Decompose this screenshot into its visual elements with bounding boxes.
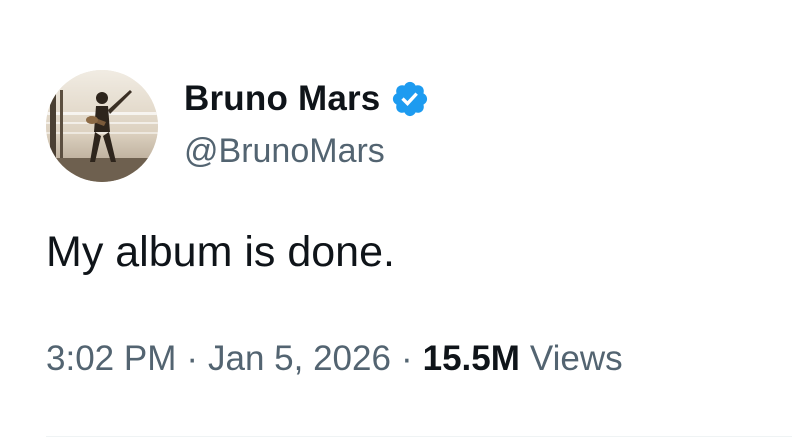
verified-badge-icon[interactable] — [390, 79, 430, 119]
meta-separator: · — [186, 339, 199, 378]
meta-separator: · — [400, 339, 413, 378]
avatar[interactable] — [46, 70, 158, 182]
tweet-time[interactable]: 3:02 PM — [46, 339, 176, 379]
tweet-text: My album is done. — [46, 228, 395, 276]
views-label: Views — [529, 339, 623, 378]
views-count: 15.5M — [422, 339, 520, 378]
tweet-card: Bruno Mars @BrunoMars My album is done. … — [0, 0, 792, 446]
author-name-row: Bruno Mars — [184, 76, 430, 122]
tweet-meta: 3:02 PM · Jan 5, 2026 · 15.5M Views — [46, 339, 623, 379]
author-handle[interactable]: @BrunoMars — [184, 132, 385, 171]
avatar-photo — [46, 70, 158, 182]
display-name[interactable]: Bruno Mars — [184, 79, 380, 119]
tweet-date[interactable]: Jan 5, 2026 — [208, 339, 391, 379]
divider — [46, 436, 792, 437]
